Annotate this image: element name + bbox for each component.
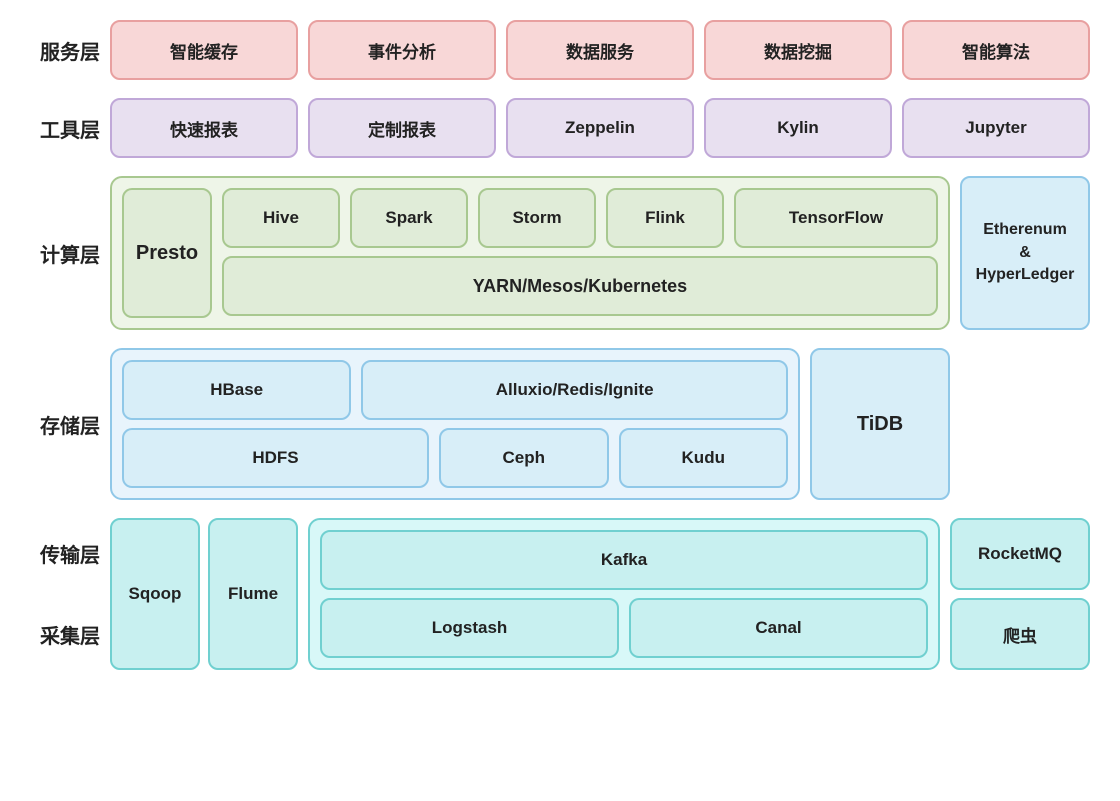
storage-outer-box: HBase Alluxio/Redis/Ignite HDFS Ceph Kud… <box>110 348 800 500</box>
tool-layer: 工具层 快速报表 定制报表 Zeppelin Kylin Jupyter <box>30 98 1090 158</box>
service-row: 智能缓存 事件分析 数据服务 数据挖掘 智能算法 <box>110 20 1090 80</box>
collect-label: 采集层 <box>40 620 100 649</box>
architecture-diagram: 服务层 智能缓存 事件分析 数据服务 数据挖掘 智能算法 工具层 快速报表 定制… <box>30 20 1090 670</box>
compute-outer-box: Presto Hive Spark Storm Flink TensorFlow <box>110 176 950 330</box>
tool-content: 快速报表 定制报表 Zeppelin Kylin Jupyter <box>110 98 1090 158</box>
tool-label: 工具层 <box>30 98 110 158</box>
left-items: Sqoop Flume <box>110 518 298 670</box>
compute-layer: 计算层 Presto Hive Spark Storm F <box>30 176 1090 330</box>
service-content: 智能缓存 事件分析 数据服务 数据挖掘 智能算法 <box>110 20 1090 80</box>
storage-hbase: HBase <box>122 360 351 420</box>
compute-yarn: YARN/Mesos/Kubernetes <box>222 256 938 316</box>
presto-box: Presto <box>122 188 212 318</box>
far-right-group: RocketMQ 爬虫 <box>950 518 1090 670</box>
transport-label: 传输层 <box>40 539 100 568</box>
compute-spark: Spark <box>350 188 468 248</box>
compute-row: Presto Hive Spark Storm Flink TensorFlow <box>110 176 1090 330</box>
service-item-0: 智能缓存 <box>110 20 298 80</box>
tool-item-0: 快速报表 <box>110 98 298 158</box>
service-item-1: 事件分析 <box>308 20 496 80</box>
storage-content: HBase Alluxio/Redis/Ignite HDFS Ceph Kud… <box>110 348 1090 500</box>
transport-sqoop: Sqoop <box>110 518 200 670</box>
compute-storm: Storm <box>478 188 596 248</box>
storage-top-row: HBase Alluxio/Redis/Ignite <box>122 360 788 420</box>
transport-rocketmq: RocketMQ <box>950 518 1090 590</box>
storage-ceph: Ceph <box>439 428 609 488</box>
compute-content: Presto Hive Spark Storm Flink TensorFlow <box>110 176 1090 330</box>
storage-hdfs: HDFS <box>122 428 429 488</box>
transport-canal: Canal <box>629 598 928 658</box>
storage-kudu: Kudu <box>619 428 789 488</box>
service-layer: 服务层 智能缓存 事件分析 数据服务 数据挖掘 智能算法 <box>30 20 1090 80</box>
service-item-3: 数据挖掘 <box>704 20 892 80</box>
kafka-row: Kafka <box>320 530 928 590</box>
service-item-2: 数据服务 <box>506 20 694 80</box>
transport-collect-row: Sqoop Flume Kafka Logstash Canal RocketM… <box>110 518 1090 670</box>
middle-group: Kafka Logstash Canal <box>308 518 940 670</box>
transport-crawler: 爬虫 <box>950 598 1090 670</box>
storage-layer: 存储层 HBase Alluxio/Redis/Ignite HDFS Ceph… <box>30 348 1090 500</box>
compute-inner-row: Presto Hive Spark Storm Flink TensorFlow <box>122 188 938 318</box>
compute-tensorflow: TensorFlow <box>734 188 938 248</box>
logstash-canal-row: Logstash Canal <box>320 598 928 658</box>
compute-label: 计算层 <box>30 176 110 330</box>
transport-collect-content: Sqoop Flume Kafka Logstash Canal RocketM… <box>110 518 1090 670</box>
storage-alluxio: Alluxio/Redis/Ignite <box>361 360 788 420</box>
storage-tidb: TiDB <box>810 348 950 500</box>
tool-item-3: Kylin <box>704 98 892 158</box>
transport-collect-layer: 传输层 采集层 Sqoop Flume Kafka Logstash Canal <box>30 518 1090 670</box>
compute-top-row: Hive Spark Storm Flink TensorFlow <box>222 188 938 248</box>
ethereum-box: Etherenum & HyperLedger <box>960 176 1090 330</box>
storage-bottom-row: HDFS Ceph Kudu <box>122 428 788 488</box>
service-label: 服务层 <box>30 20 110 80</box>
compute-hive: Hive <box>222 188 340 248</box>
double-label: 传输层 采集层 <box>30 518 110 670</box>
transport-logstash: Logstash <box>320 598 619 658</box>
transport-kafka: Kafka <box>320 530 928 590</box>
tool-item-2: Zeppelin <box>506 98 694 158</box>
storage-label: 存储层 <box>30 348 110 500</box>
compute-flink: Flink <box>606 188 724 248</box>
transport-flume: Flume <box>208 518 298 670</box>
service-item-4: 智能算法 <box>902 20 1090 80</box>
tool-item-4: Jupyter <box>902 98 1090 158</box>
storage-row: HBase Alluxio/Redis/Ignite HDFS Ceph Kud… <box>110 348 1090 500</box>
tool-row: 快速报表 定制报表 Zeppelin Kylin Jupyter <box>110 98 1090 158</box>
tool-item-1: 定制报表 <box>308 98 496 158</box>
compute-bottom-row: YARN/Mesos/Kubernetes <box>222 256 938 316</box>
